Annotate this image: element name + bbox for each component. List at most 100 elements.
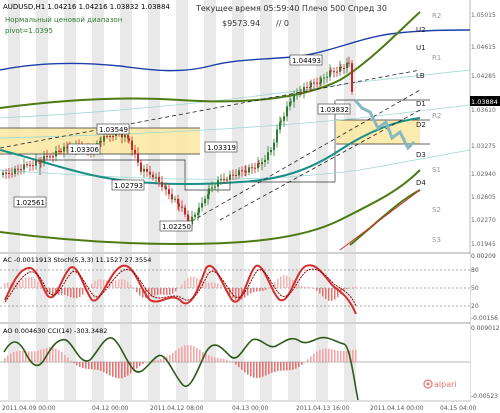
candle-body — [348, 62, 350, 64]
ac-bar — [52, 288, 54, 296]
stoch-panel: AC -0.0011913 Stoch(5,3,3) 11.1527 27.35… — [0, 252, 498, 322]
symbol-ohlc: AUDUSD,H1 1.04216 1.04216 1.03832 1.0388… — [3, 3, 170, 11]
ao-bar — [67, 357, 69, 362]
ao-bar — [58, 349, 60, 362]
ac-bar — [307, 286, 309, 288]
candle-body — [232, 174, 234, 176]
candle-body — [261, 162, 263, 165]
ao-bar — [112, 362, 114, 377]
candle-body — [109, 136, 111, 137]
candle-body — [351, 63, 353, 92]
svg-text:1.05015: 1.05015 — [471, 12, 496, 19]
candle-body — [134, 149, 136, 154]
candle-body — [323, 77, 325, 79]
ac-bar — [166, 288, 168, 296]
ac-bar — [97, 279, 99, 288]
ao-bar — [241, 362, 243, 370]
ao-bar — [262, 362, 264, 377]
candle-body — [137, 153, 139, 163]
ao-bar — [307, 359, 309, 362]
ao-bar — [214, 357, 216, 362]
ac-bar — [34, 278, 36, 288]
candle-body — [276, 129, 278, 143]
svg-text:S3: S3 — [432, 236, 441, 244]
ac-bar — [214, 282, 216, 288]
ac-bar — [301, 285, 303, 288]
candle-body — [158, 176, 160, 182]
ao-bar — [7, 355, 9, 362]
candle-body — [174, 198, 176, 200]
ac-bar — [115, 280, 117, 288]
ao-bar — [265, 362, 267, 376]
svg-text:2011.04.13 16:00: 2011.04.13 16:00 — [296, 405, 350, 412]
ao-bar — [154, 360, 156, 362]
candle-body — [11, 173, 13, 175]
svg-text:D1: D1 — [416, 100, 426, 108]
candle-body — [35, 160, 37, 166]
svg-text:20: 20 — [471, 303, 479, 310]
candle-body — [330, 70, 332, 72]
candle-body — [161, 181, 163, 187]
candle-body — [306, 86, 308, 88]
candle-body — [303, 86, 305, 93]
ao-bar — [19, 350, 21, 362]
ac-bar — [211, 282, 213, 288]
candle-body — [204, 198, 206, 204]
ao-bar — [115, 362, 117, 378]
ac-bar — [91, 283, 93, 288]
ao-bar — [73, 362, 75, 364]
ac-bar — [61, 288, 63, 295]
svg-text:R1: R1 — [432, 54, 441, 62]
candle-body — [106, 136, 108, 137]
ao-bar — [334, 350, 336, 362]
candle-body — [128, 138, 130, 141]
ao-bar — [10, 353, 12, 362]
ac-bar — [331, 288, 333, 301]
candle-body — [290, 101, 292, 103]
svg-text:0.00209: 0.00209 — [471, 253, 496, 260]
candle-body — [211, 187, 213, 189]
subtitle-pivot: pivot=1.0395 — [5, 27, 53, 35]
candle-body — [40, 160, 42, 162]
svg-text:04.15 04:00: 04.15 04:00 — [440, 405, 477, 412]
ac-bar — [73, 288, 75, 299]
ao-bar — [208, 355, 210, 362]
ao-bar — [286, 362, 288, 371]
ac-bar — [100, 279, 102, 288]
candle-body — [184, 207, 186, 215]
ac-bar — [79, 288, 81, 297]
ac-bar — [181, 284, 183, 288]
ao-bar — [274, 362, 276, 372]
ao-bar — [157, 359, 159, 362]
ao-bar — [127, 362, 129, 376]
subtitle-range: Нормальный ценовой диапазон — [5, 16, 122, 24]
ao-bar — [196, 347, 198, 362]
ao-bar — [118, 362, 120, 379]
candle-body — [293, 94, 295, 102]
ao-bar — [76, 362, 78, 366]
ao-bar — [313, 353, 315, 362]
ao-bar — [94, 362, 96, 370]
ao-bar — [343, 351, 345, 362]
ao-bar — [298, 362, 300, 368]
ac-bar — [76, 288, 78, 299]
ao-bar — [37, 350, 39, 362]
candle-body — [326, 76, 328, 78]
ac-bar — [262, 288, 264, 291]
ac-bar — [316, 288, 318, 291]
ac-bar — [235, 288, 237, 300]
ao-bar — [199, 349, 201, 362]
candle-body — [155, 176, 157, 178]
candle-body — [8, 173, 10, 175]
ao-bar — [52, 347, 54, 362]
candle-body — [313, 82, 315, 84]
ao-bar — [346, 350, 348, 362]
ao-bar — [301, 362, 303, 365]
ao-bar — [316, 351, 318, 362]
ao-bar — [181, 346, 183, 362]
ao-bar — [82, 362, 84, 369]
ao-bar — [175, 350, 177, 362]
ac-bar — [328, 288, 330, 301]
tag-6: 1.02793 — [114, 182, 143, 190]
ao-bar — [160, 359, 162, 362]
